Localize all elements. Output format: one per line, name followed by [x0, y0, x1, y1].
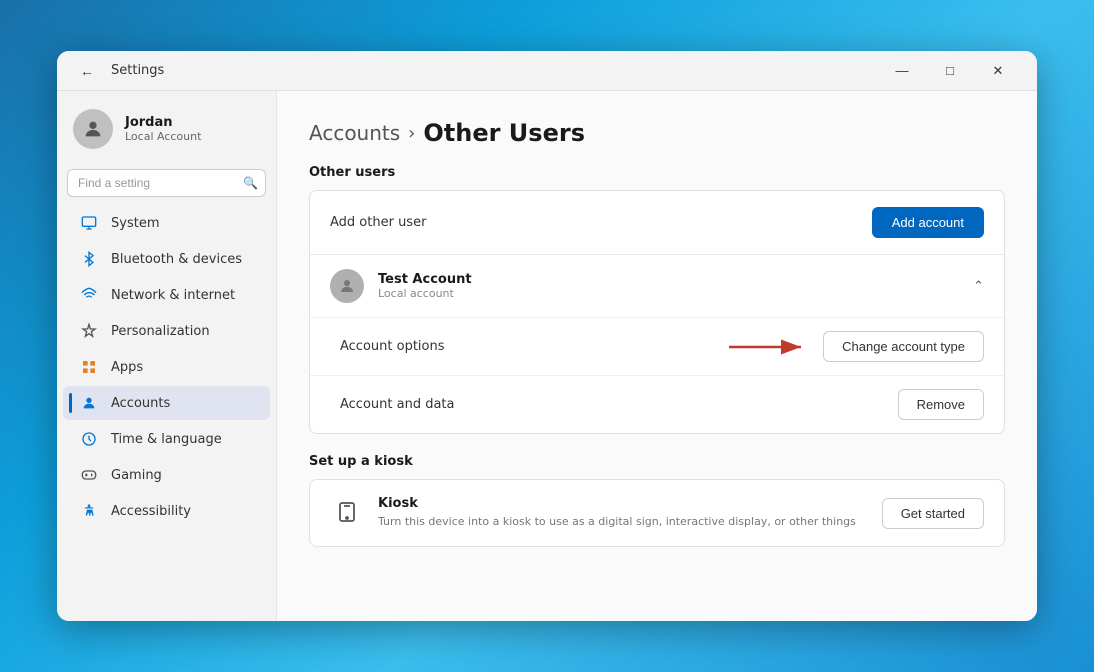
- account-data-label: Account and data: [340, 397, 455, 412]
- account-options-row: Account options: [310, 317, 1004, 375]
- sidebar-item-accessibility[interactable]: Accessibility: [63, 494, 270, 528]
- get-started-button[interactable]: Get started: [882, 498, 984, 529]
- accessibility-icon: [79, 501, 99, 521]
- kiosk-text-block: Kiosk Turn this device into a kiosk to u…: [378, 496, 856, 529]
- sidebar-item-bluetooth[interactable]: Bluetooth & devices: [63, 242, 270, 276]
- account-name-block: Test Account Local account: [378, 272, 472, 300]
- kiosk-name: Kiosk: [378, 496, 856, 511]
- user-info: Jordan Local Account: [125, 115, 201, 143]
- window-body: Jordan Local Account 🔍 System Bluetoo: [57, 91, 1037, 621]
- sidebar-item-apps-label: Apps: [111, 360, 143, 375]
- sidebar-item-personalization-label: Personalization: [111, 324, 210, 339]
- sidebar: Jordan Local Account 🔍 System Bluetoo: [57, 91, 277, 621]
- sidebar-item-apps[interactable]: Apps: [63, 350, 270, 384]
- search-input[interactable]: [67, 169, 266, 197]
- user-section: Jordan Local Account: [57, 99, 276, 165]
- kiosk-section-title: Set up a kiosk: [309, 454, 1005, 469]
- sidebar-item-accessibility-label: Accessibility: [111, 504, 191, 519]
- window-controls: — □ ✕: [879, 55, 1021, 87]
- test-account-type: Local account: [378, 287, 472, 300]
- change-account-type-group: Change account type: [729, 331, 984, 362]
- search-box: 🔍: [67, 169, 266, 197]
- close-button[interactable]: ✕: [975, 55, 1021, 87]
- title-bar: ← Settings — □ ✕: [57, 51, 1037, 91]
- title-bar-left: ← Settings: [73, 57, 164, 85]
- sidebar-item-time[interactable]: Time & language: [63, 422, 270, 456]
- other-users-card: Add other user Add account Test Account …: [309, 190, 1005, 434]
- other-users-section-title: Other users: [309, 165, 1005, 180]
- remove-button[interactable]: Remove: [898, 389, 984, 420]
- sidebar-item-system[interactable]: System: [63, 206, 270, 240]
- user-name: Jordan: [125, 115, 201, 130]
- kiosk-description: Turn this device into a kiosk to use as …: [378, 514, 856, 529]
- network-icon: [79, 285, 99, 305]
- test-account-avatar: [330, 269, 364, 303]
- brush-icon: [79, 321, 99, 341]
- breadcrumb: Accounts › Other Users: [309, 119, 1005, 147]
- test-account-header[interactable]: Test Account Local account ⌃: [310, 255, 1004, 317]
- sidebar-item-accounts-label: Accounts: [111, 396, 170, 411]
- clock-icon: [79, 429, 99, 449]
- settings-window: ← Settings — □ ✕ Jordan Local Account: [57, 51, 1037, 621]
- maximize-button[interactable]: □: [927, 55, 973, 87]
- arrow-icon: [729, 337, 809, 357]
- kiosk-card: Kiosk Turn this device into a kiosk to u…: [309, 479, 1005, 547]
- sidebar-item-time-label: Time & language: [111, 432, 222, 447]
- app-title: Settings: [111, 63, 164, 78]
- sidebar-item-gaming-label: Gaming: [111, 468, 162, 483]
- minimize-button[interactable]: —: [879, 55, 925, 87]
- apps-icon: [79, 357, 99, 377]
- user-account-type: Local Account: [125, 130, 201, 143]
- add-other-user-label: Add other user: [330, 215, 426, 230]
- sidebar-item-network-label: Network & internet: [111, 288, 235, 303]
- account-data-row: Account and data Remove: [310, 375, 1004, 433]
- chevron-up-icon: ⌃: [973, 279, 984, 294]
- person-icon: [79, 393, 99, 413]
- add-other-user-row: Add other user Add account: [310, 191, 1004, 254]
- sidebar-item-bluetooth-label: Bluetooth & devices: [111, 252, 242, 267]
- kiosk-info: Kiosk Turn this device into a kiosk to u…: [330, 496, 856, 530]
- account-options-label: Account options: [340, 339, 445, 354]
- account-header-left: Test Account Local account: [330, 269, 472, 303]
- kiosk-icon: [330, 496, 364, 530]
- sidebar-item-personalization[interactable]: Personalization: [63, 314, 270, 348]
- breadcrumb-separator: ›: [408, 123, 415, 144]
- back-button[interactable]: ←: [73, 57, 101, 85]
- gaming-icon: [79, 465, 99, 485]
- monitor-icon: [79, 213, 99, 233]
- breadcrumb-current: Other Users: [423, 119, 585, 147]
- test-account-name: Test Account: [378, 272, 472, 287]
- main-content: Accounts › Other Users Other users Add o…: [277, 91, 1037, 621]
- search-icon: 🔍: [243, 176, 258, 190]
- sidebar-item-gaming[interactable]: Gaming: [63, 458, 270, 492]
- change-account-type-button[interactable]: Change account type: [823, 331, 984, 362]
- sidebar-item-network[interactable]: Network & internet: [63, 278, 270, 312]
- test-account-expanded: Test Account Local account ⌃ Account opt…: [310, 254, 1004, 433]
- add-account-button[interactable]: Add account: [872, 207, 984, 238]
- sidebar-item-system-label: System: [111, 216, 159, 231]
- breadcrumb-parent[interactable]: Accounts: [309, 121, 400, 145]
- bluetooth-icon: [79, 249, 99, 269]
- avatar: [73, 109, 113, 149]
- kiosk-row: Kiosk Turn this device into a kiosk to u…: [310, 480, 1004, 546]
- sidebar-item-accounts[interactable]: Accounts: [63, 386, 270, 420]
